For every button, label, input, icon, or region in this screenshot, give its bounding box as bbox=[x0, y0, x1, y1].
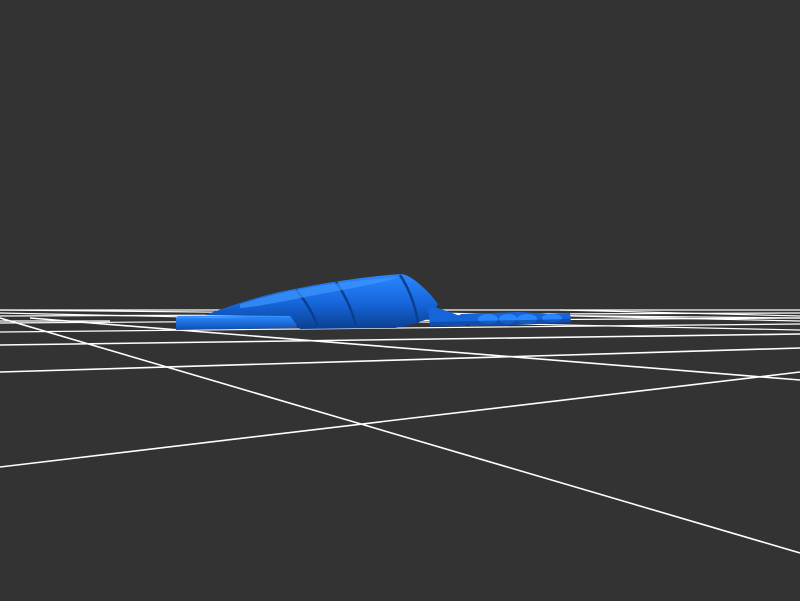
model-slab bbox=[176, 317, 297, 330]
grid-line bbox=[0, 371, 800, 468]
3d-viewport[interactable] bbox=[0, 0, 800, 601]
ground-grid bbox=[0, 309, 800, 554]
model-object[interactable] bbox=[176, 274, 571, 330]
grid-line bbox=[0, 347, 800, 373]
scene-canvas[interactable] bbox=[0, 0, 800, 601]
grid-line bbox=[0, 333, 800, 346]
grid-line bbox=[0, 317, 800, 554]
